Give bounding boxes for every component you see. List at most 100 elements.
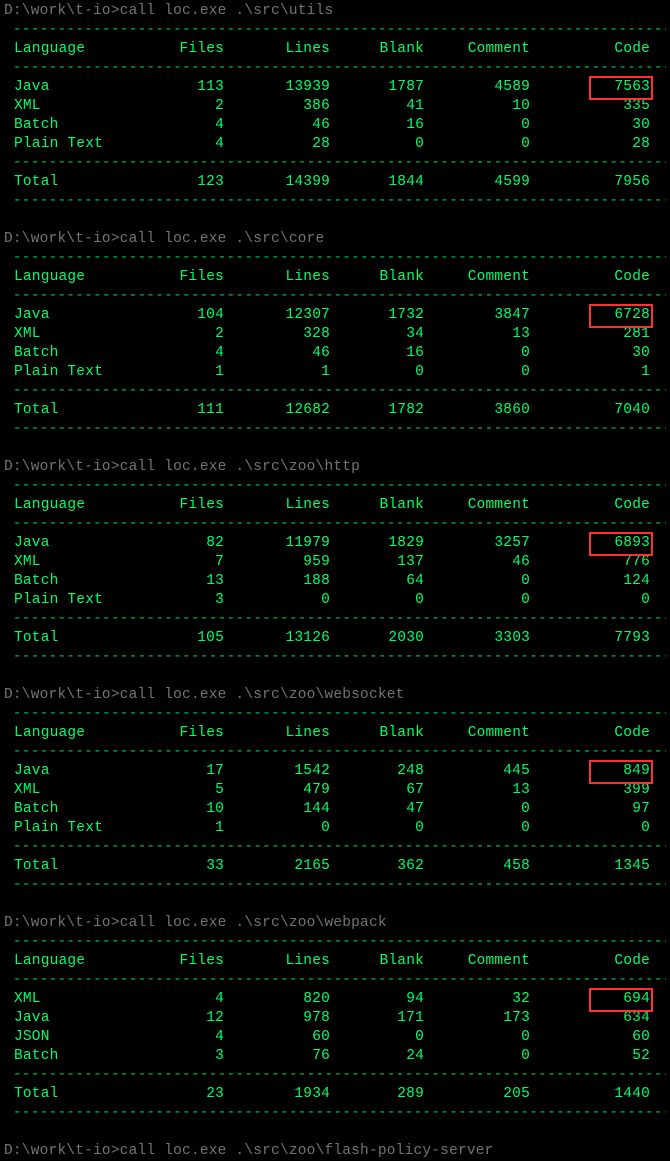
data-cell: 1 [164, 363, 224, 382]
data-cell: 0 [424, 1047, 530, 1066]
total-cell: Total [4, 1085, 164, 1104]
blank-line [4, 895, 666, 914]
separator-line: ----------------------------------------… [4, 705, 666, 724]
separator-line: ----------------------------------------… [4, 1104, 666, 1123]
data-cell: Plain Text [4, 591, 164, 610]
total-row: Total3321653624581345 [4, 857, 666, 876]
data-cell: 399 [530, 781, 650, 800]
data-cell: 0 [424, 591, 530, 610]
data-cell: 978 [224, 1009, 330, 1028]
data-cell: 2 [164, 325, 224, 344]
data-cell: 113 [164, 78, 224, 97]
data-cell: 0 [424, 116, 530, 135]
data-cell: Batch [4, 800, 164, 819]
command-line: D:\work\t-io>call loc.exe .\src\core [4, 230, 666, 249]
data-cell: XML [4, 781, 164, 800]
header-cell: Code [530, 496, 650, 515]
terminal-output: D:\work\t-io>call loc.exe .\src\utils --… [4, 2, 666, 1161]
table-row: Plain Text11001 [4, 363, 666, 382]
header-cell: Lines [224, 268, 330, 287]
data-cell: Java [4, 762, 164, 781]
data-cell: 0 [424, 363, 530, 382]
data-cell: 4 [164, 344, 224, 363]
total-cell: 7040 [530, 401, 650, 420]
separator-line: ----------------------------------------… [4, 743, 666, 762]
table-row: Java10412307173238476728 [4, 306, 666, 325]
table-header: LanguageFilesLinesBlankCommentCode [4, 40, 666, 59]
data-cell: JSON [4, 1028, 164, 1047]
data-cell: 97 [530, 800, 650, 819]
separator-line: ----------------------------------------… [4, 192, 666, 211]
data-cell: 7 [164, 553, 224, 572]
data-cell: 3257 [424, 534, 530, 553]
data-cell: 13939 [224, 78, 330, 97]
data-cell: Plain Text [4, 363, 164, 382]
total-cell: 2165 [224, 857, 330, 876]
data-cell: 46 [424, 553, 530, 572]
total-cell: 105 [164, 629, 224, 648]
header-cell: Lines [224, 724, 330, 743]
command-line: D:\work\t-io>call loc.exe .\src\zoo\http [4, 458, 666, 477]
data-cell: Batch [4, 344, 164, 363]
data-cell: 1787 [330, 78, 424, 97]
table-row: XML23283413281 [4, 325, 666, 344]
separator-line: ----------------------------------------… [4, 933, 666, 952]
total-cell: 289 [330, 1085, 424, 1104]
header-cell: Files [164, 724, 224, 743]
header-cell: Language [4, 40, 164, 59]
total-cell: 3303 [424, 629, 530, 648]
data-cell: Batch [4, 1047, 164, 1066]
data-cell: 76 [224, 1047, 330, 1066]
data-cell: 17 [164, 762, 224, 781]
data-cell: Java [4, 1009, 164, 1028]
data-cell: 188 [224, 572, 330, 591]
separator-line: ----------------------------------------… [4, 477, 666, 496]
data-cell: 11979 [224, 534, 330, 553]
total-cell: 2030 [330, 629, 424, 648]
data-cell: 4 [164, 135, 224, 154]
table-row: XML795913746776 [4, 553, 666, 572]
command-line: D:\work\t-io>call loc.exe .\src\zoo\webs… [4, 686, 666, 705]
header-cell: Blank [330, 952, 424, 971]
header-cell: Language [4, 268, 164, 287]
total-cell: 12682 [224, 401, 330, 420]
highlighted-code-count: 7563 [530, 78, 650, 97]
header-cell: Language [4, 496, 164, 515]
separator-line: ----------------------------------------… [4, 21, 666, 40]
table-row: Java171542248445849 [4, 762, 666, 781]
data-cell: Java [4, 306, 164, 325]
total-row: Total10513126203033037793 [4, 629, 666, 648]
header-cell: Files [164, 496, 224, 515]
data-cell: XML [4, 325, 164, 344]
command-line: D:\work\t-io>call loc.exe .\src\utils [4, 2, 666, 21]
total-cell: Total [4, 401, 164, 420]
data-cell: 0 [330, 363, 424, 382]
data-cell: 479 [224, 781, 330, 800]
prompt: D:\work\t-io> [4, 915, 120, 931]
blank-line [4, 211, 666, 230]
highlighted-code-count: 849 [530, 762, 650, 781]
total-cell: 123 [164, 173, 224, 192]
highlighted-code-count: 694 [530, 990, 650, 1009]
header-cell: Code [530, 40, 650, 59]
highlighted-code-count: 6728 [530, 306, 650, 325]
data-cell: 3 [164, 591, 224, 610]
separator-line: ----------------------------------------… [4, 249, 666, 268]
data-cell: 959 [224, 553, 330, 572]
header-cell: Comment [424, 952, 530, 971]
total-cell: 1782 [330, 401, 424, 420]
total-row: Total11112682178238607040 [4, 401, 666, 420]
data-cell: Java [4, 78, 164, 97]
data-cell: 46 [224, 116, 330, 135]
table-row: XML48209432694 [4, 990, 666, 1009]
header-cell: Blank [330, 496, 424, 515]
data-cell: 60 [530, 1028, 650, 1047]
data-cell: 82 [164, 534, 224, 553]
total-cell: 7793 [530, 629, 650, 648]
data-cell: 5 [164, 781, 224, 800]
data-cell: 137 [330, 553, 424, 572]
data-cell: 1829 [330, 534, 424, 553]
data-cell: 0 [424, 819, 530, 838]
command-text: call loc.exe .\src\zoo\flash-policy-serv… [120, 1143, 494, 1159]
table-row: Batch44616030 [4, 344, 666, 363]
